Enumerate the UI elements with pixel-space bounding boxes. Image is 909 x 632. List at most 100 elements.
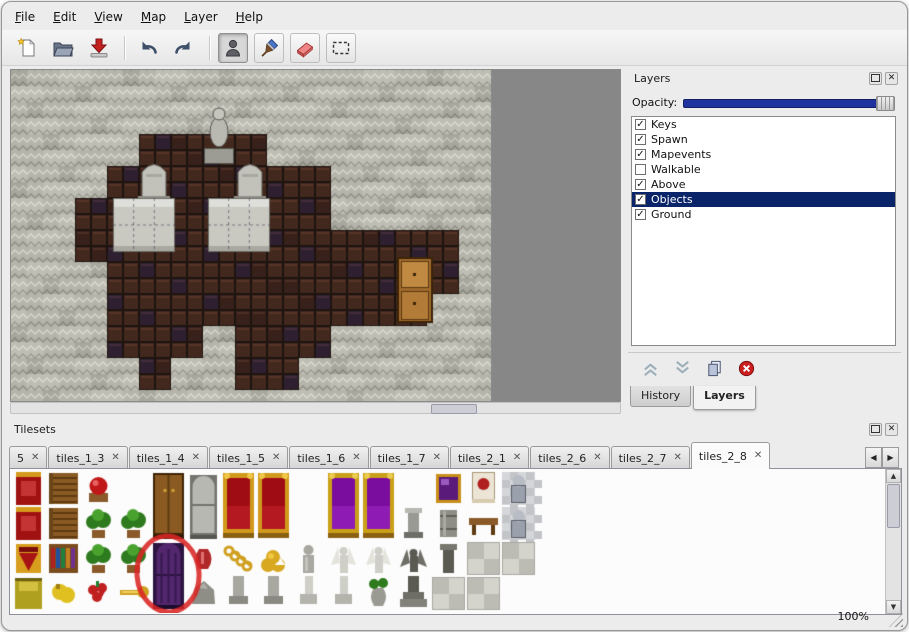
new-file-icon (16, 37, 38, 59)
menu-edit[interactable]: Edit (44, 7, 85, 27)
delete-layer-button[interactable] (734, 356, 758, 380)
tileset-vscroll-handle[interactable] (887, 484, 900, 528)
menu-help[interactable]: Help (227, 7, 272, 27)
tab-history[interactable]: History (630, 386, 691, 407)
scroll-up-button[interactable]: ▲ (886, 469, 901, 483)
tab-close-icon[interactable]: ✕ (352, 453, 360, 463)
layer-name: Keys (651, 118, 677, 131)
tileset-vertical-scrollbar[interactable]: ▲ ▼ (885, 469, 901, 614)
scroll-down-button[interactable]: ▼ (886, 600, 901, 614)
tilesets-panel: Tilesets ✕ 5 ✕ tiles_1_3 ✕ tiles_1_4 ✕ t… (8, 421, 901, 621)
layer-row-spawn[interactable]: Spawn (632, 132, 895, 147)
save-map-button[interactable] (84, 33, 114, 63)
duplicate-layer-button[interactable] (702, 356, 726, 380)
layer-visibility-checkbox[interactable] (635, 149, 646, 160)
select-tool-button[interactable] (326, 33, 356, 63)
layer-row-ground[interactable]: Ground (632, 207, 895, 222)
undo-icon (137, 37, 159, 59)
raise-layer-button[interactable] (638, 356, 662, 380)
map-horizontal-scrollbar[interactable] (10, 402, 621, 414)
tilesets-float-button[interactable] (869, 423, 882, 436)
map-canvas[interactable] (11, 70, 620, 401)
layer-row-keys[interactable]: Keys (632, 117, 895, 132)
lower-layer-button[interactable] (670, 356, 694, 380)
layer-name: Above (651, 178, 686, 191)
opacity-slider-fill (683, 99, 893, 108)
stamp-tool-button[interactable] (218, 33, 248, 63)
toolbar (2, 30, 907, 66)
tab-close-icon[interactable]: ✕ (111, 453, 119, 463)
brush-tool-icon (258, 37, 280, 59)
tab-scroll-left-button[interactable]: ◀ (865, 447, 882, 468)
layer-visibility-checkbox[interactable] (635, 179, 646, 190)
tileset-tab-tiles-2-7[interactable]: tiles_2_7 ✕ (611, 446, 690, 469)
tileset-tab-tiles-1-4[interactable]: tiles_1_4 ✕ (129, 446, 208, 469)
tileset-tab-label: tiles_1_3 (56, 452, 104, 465)
opacity-slider-handle[interactable] (876, 96, 895, 111)
tab-close-icon[interactable]: ✕ (593, 453, 601, 463)
tab-close-icon[interactable]: ✕ (272, 453, 280, 463)
tileset-tab-tiles-2-8[interactable]: tiles_2_8 ✕ (691, 442, 770, 469)
tab-close-icon[interactable]: ✕ (513, 453, 521, 463)
open-map-button[interactable] (48, 33, 78, 63)
menu-file[interactable]: File (6, 7, 44, 27)
eraser-tool-icon (294, 37, 316, 59)
delete-layer-icon (737, 359, 756, 378)
layer-visibility-checkbox[interactable] (635, 209, 646, 220)
layer-visibility-checkbox[interactable] (635, 119, 646, 130)
layer-row-above[interactable]: Above (632, 177, 895, 192)
layer-name: Walkable (651, 163, 701, 176)
select-tool-icon (330, 37, 352, 59)
tab-close-icon[interactable]: ✕ (433, 453, 441, 463)
map-hscroll-handle[interactable] (431, 404, 477, 414)
layer-list: Keys Spawn Mapevents Walkable Above Obje… (631, 116, 896, 346)
layer-visibility-checkbox[interactable] (635, 134, 646, 145)
tileset-tab-tiles-1-6[interactable]: tiles_1_6 ✕ (289, 446, 368, 469)
duplicate-layer-icon (705, 359, 724, 378)
tab-layers[interactable]: Layers (693, 386, 756, 410)
menu-view[interactable]: View (85, 7, 131, 27)
layer-visibility-checkbox[interactable] (635, 194, 646, 205)
layers-panel-titlebar: Layers ✕ (628, 70, 901, 86)
menu-map[interactable]: Map (132, 7, 175, 27)
tileset-tab-tiles-1-3[interactable]: tiles_1_3 ✕ (48, 446, 127, 469)
opacity-row: Opacity: (632, 94, 895, 110)
tab-scroll-right-button[interactable]: ▶ (882, 447, 899, 468)
tileset-tab-5[interactable]: 5 ✕ (9, 446, 47, 469)
tab-close-icon[interactable]: ✕ (192, 453, 200, 463)
close-icon: ✕ (888, 425, 896, 434)
toolbar-separator (124, 36, 125, 60)
undo-button[interactable] (133, 33, 163, 63)
tilesets-close-button[interactable]: ✕ (885, 423, 898, 436)
eraser-tool-button[interactable] (290, 33, 320, 63)
layer-row-mapevents[interactable]: Mapevents (632, 147, 895, 162)
tab-close-icon[interactable]: ✕ (754, 451, 762, 461)
arrow-right-icon: ▶ (887, 453, 893, 462)
brush-tool-button[interactable] (254, 33, 284, 63)
redo-button[interactable] (169, 33, 199, 63)
layer-row-objects[interactable]: Objects (632, 192, 895, 207)
layer-visibility-checkbox[interactable] (635, 164, 646, 175)
layers-float-button[interactable] (869, 72, 882, 85)
tileset-canvas[interactable] (10, 470, 884, 613)
tilesets-panel-titlebar: Tilesets ✕ (8, 421, 901, 437)
layers-close-button[interactable]: ✕ (885, 72, 898, 85)
tileset-viewport: ▲ ▼ (9, 468, 902, 615)
tab-close-icon[interactable]: ✕ (31, 453, 39, 463)
arrow-left-icon: ◀ (870, 453, 876, 462)
tab-close-icon[interactable]: ✕ (674, 453, 682, 463)
menu-layer[interactable]: Layer (175, 7, 226, 27)
menu-bar: File Edit View Map Layer Help (6, 6, 272, 28)
float-icon (871, 74, 880, 82)
tileset-tab-tiles-1-5[interactable]: tiles_1_5 ✕ (209, 446, 288, 469)
arrow-up-icon: ▲ (891, 472, 896, 480)
tileset-tab-tiles-2-6[interactable]: tiles_2_6 ✕ (530, 446, 609, 469)
tab-history-label: History (641, 389, 680, 402)
app-window: File Edit View Map Layer Help (1, 1, 908, 631)
opacity-slider[interactable] (683, 96, 895, 109)
tileset-tab-tiles-2-1[interactable]: tiles_2_1 ✕ (450, 446, 529, 469)
layer-name: Spawn (651, 133, 688, 146)
layer-row-walkable[interactable]: Walkable (632, 162, 895, 177)
tileset-tab-tiles-1-7[interactable]: tiles_1_7 ✕ (370, 446, 449, 469)
new-map-button[interactable] (12, 33, 42, 63)
